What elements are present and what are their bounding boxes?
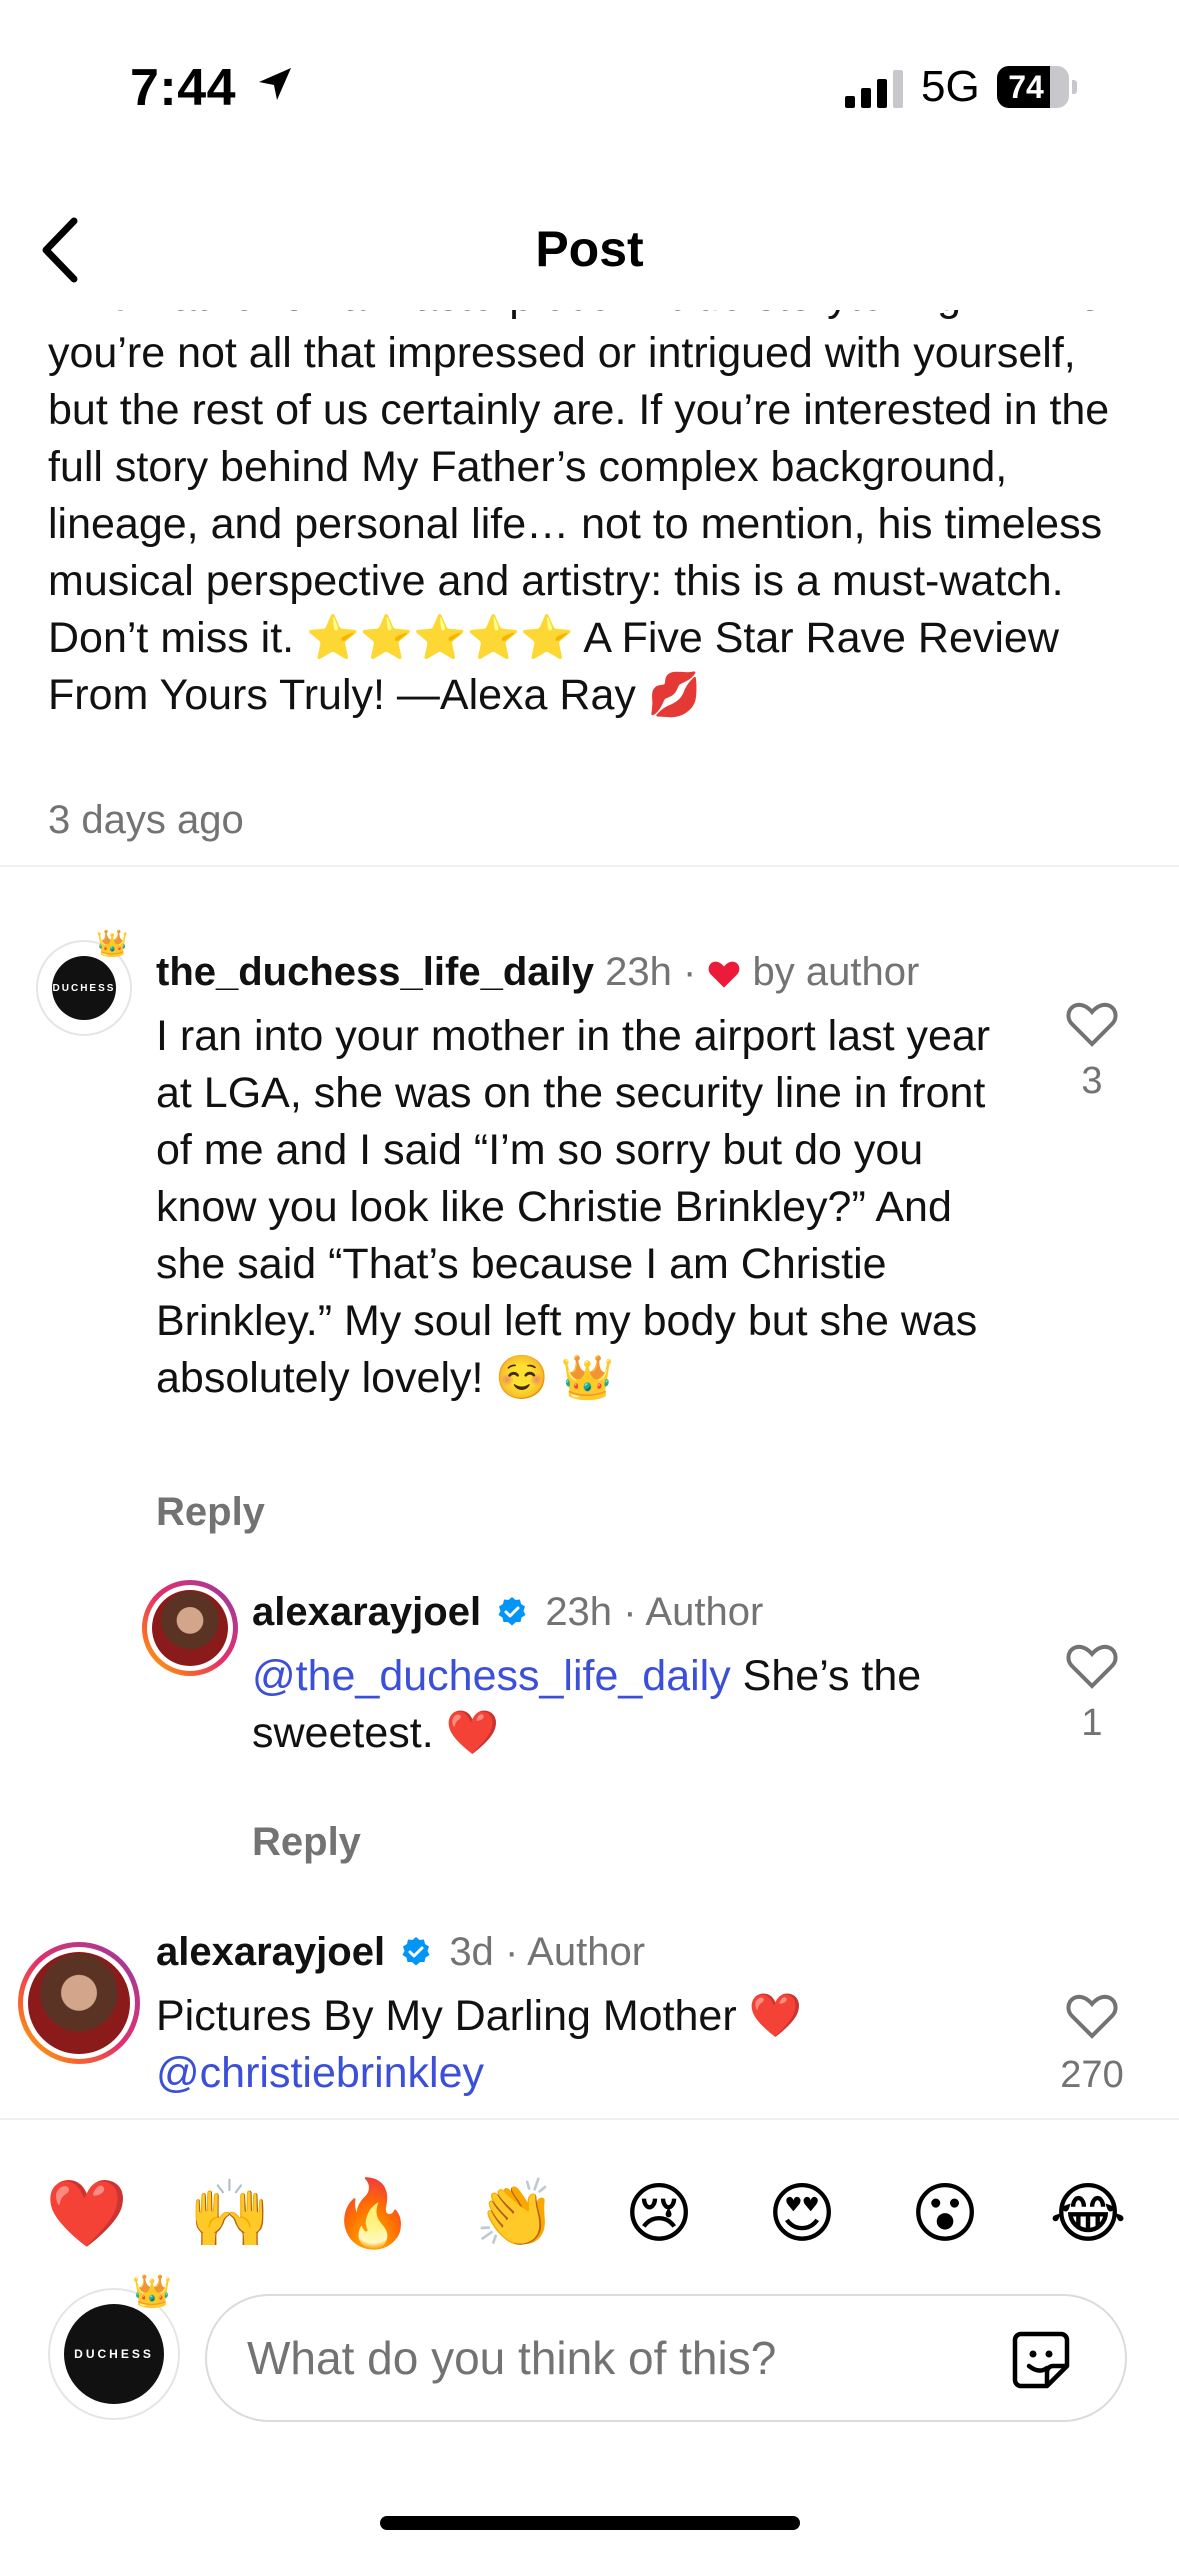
reaction-laughing[interactable]: 😂 (1043, 2168, 1133, 2258)
comment-time: 3d (449, 1930, 494, 1974)
status-time: 7:44 (130, 59, 237, 117)
quick-reactions-bar: ❤️ 🙌 🔥 👏 😢 😍 😮 😂 (0, 2118, 1179, 2298)
author-badge: Author (645, 1590, 764, 1634)
verified-badge-icon (402, 1937, 430, 1966)
comment: alexarayjoel 3d · Author Pictures By My … (0, 1930, 1179, 2120)
crown-icon: 👑 (132, 2273, 172, 2309)
cellular-signal-icon (845, 70, 903, 108)
nav-bar: Post (0, 190, 1179, 310)
comment-text: Pictures By My Darling Mother ❤️ @christ… (156, 1988, 1016, 2102)
reaction-raised-hands[interactable]: 🙌 (185, 2168, 275, 2258)
page-title: Post (535, 221, 644, 277)
comment-username[interactable]: alexarayjoel (156, 1930, 385, 1974)
battery-percentage: 74 (1008, 69, 1044, 105)
like-count: 270 (1060, 2054, 1124, 2096)
status-bar: 7:44 5G 74 (0, 0, 1179, 160)
comment-text: @the_duchess_life_daily She’s the sweete… (252, 1648, 1032, 1762)
caption-timestamp: 3 days ago (48, 798, 244, 842)
post-caption: Kind Father on a masterpiece in true sto… (48, 310, 1133, 719)
comment-username[interactable]: alexarayjoel (252, 1590, 481, 1634)
comment-header: the_duchess_life_daily 23h · by author (156, 950, 920, 994)
reply-comment: alexarayjoel 23h · Author @the_duchess_l… (0, 1580, 1179, 1880)
battery-icon: 74 (997, 66, 1077, 108)
heart-filled-icon (709, 961, 740, 988)
comment-header: alexarayjoel 3d · Author (156, 1930, 646, 1974)
like-heart-icon[interactable] (1066, 1992, 1118, 2040)
like-count: 3 (1081, 1060, 1103, 1102)
like-heart-icon[interactable] (1066, 1642, 1118, 1690)
reaction-sad[interactable]: 😢 (614, 2168, 704, 2258)
crown-icon: 👑 (96, 928, 129, 958)
comment-username[interactable]: the_duchess_life_daily (156, 950, 594, 994)
mention-link[interactable]: @christiebrinkley (156, 2049, 484, 2097)
reaction-heart[interactable]: ❤️ (42, 2168, 132, 2258)
reply-button[interactable]: Reply (252, 1820, 361, 1865)
author-badge: Author (527, 1930, 646, 1974)
network-type: 5G (921, 62, 980, 111)
home-indicator (380, 2516, 800, 2530)
mention-link[interactable]: @the_duchess_life_daily (252, 1652, 731, 1700)
comment-text: I ran into your mother in the airport la… (156, 1012, 991, 1402)
reaction-heart-eyes[interactable]: 😍 (757, 2168, 847, 2258)
reply-button[interactable]: Reply (156, 1490, 265, 1535)
comments-scroll-area[interactable]: Kind Father on a masterpiece in true sto… (0, 310, 1179, 2120)
avatar[interactable] (142, 1580, 238, 1676)
reaction-surprised[interactable]: 😮 (900, 2168, 990, 2258)
location-arrow-icon (259, 68, 291, 100)
composer-avatar: DUCHESS 👑 (48, 2273, 180, 2420)
divider (0, 865, 1179, 867)
comment-composer (205, 2294, 1127, 2422)
comment-time: 23h (605, 950, 672, 994)
comment-body: Pictures By My Darling Mother ❤️ (156, 1992, 803, 2040)
comment-header: alexarayjoel 23h · Author (252, 1590, 764, 1634)
like-heart-icon[interactable] (1066, 1000, 1118, 1048)
comment-input[interactable] (247, 2296, 987, 2420)
liked-by-author-badge: by author (752, 950, 920, 994)
verified-badge-icon (498, 1597, 526, 1626)
avatar[interactable]: DUCHESS 👑 (36, 928, 132, 1036)
comment: DUCHESS 👑 the_duchess_life_daily 23h · b… (0, 910, 1179, 1534)
comment-time: 23h (545, 1590, 613, 1634)
avatar[interactable] (18, 1942, 140, 2064)
reaction-fire[interactable]: 🔥 (328, 2168, 418, 2258)
reaction-clap[interactable]: 👏 (471, 2168, 561, 2258)
like-count: 1 (1081, 1702, 1103, 1744)
sticker-icon[interactable] (1009, 2328, 1073, 2392)
